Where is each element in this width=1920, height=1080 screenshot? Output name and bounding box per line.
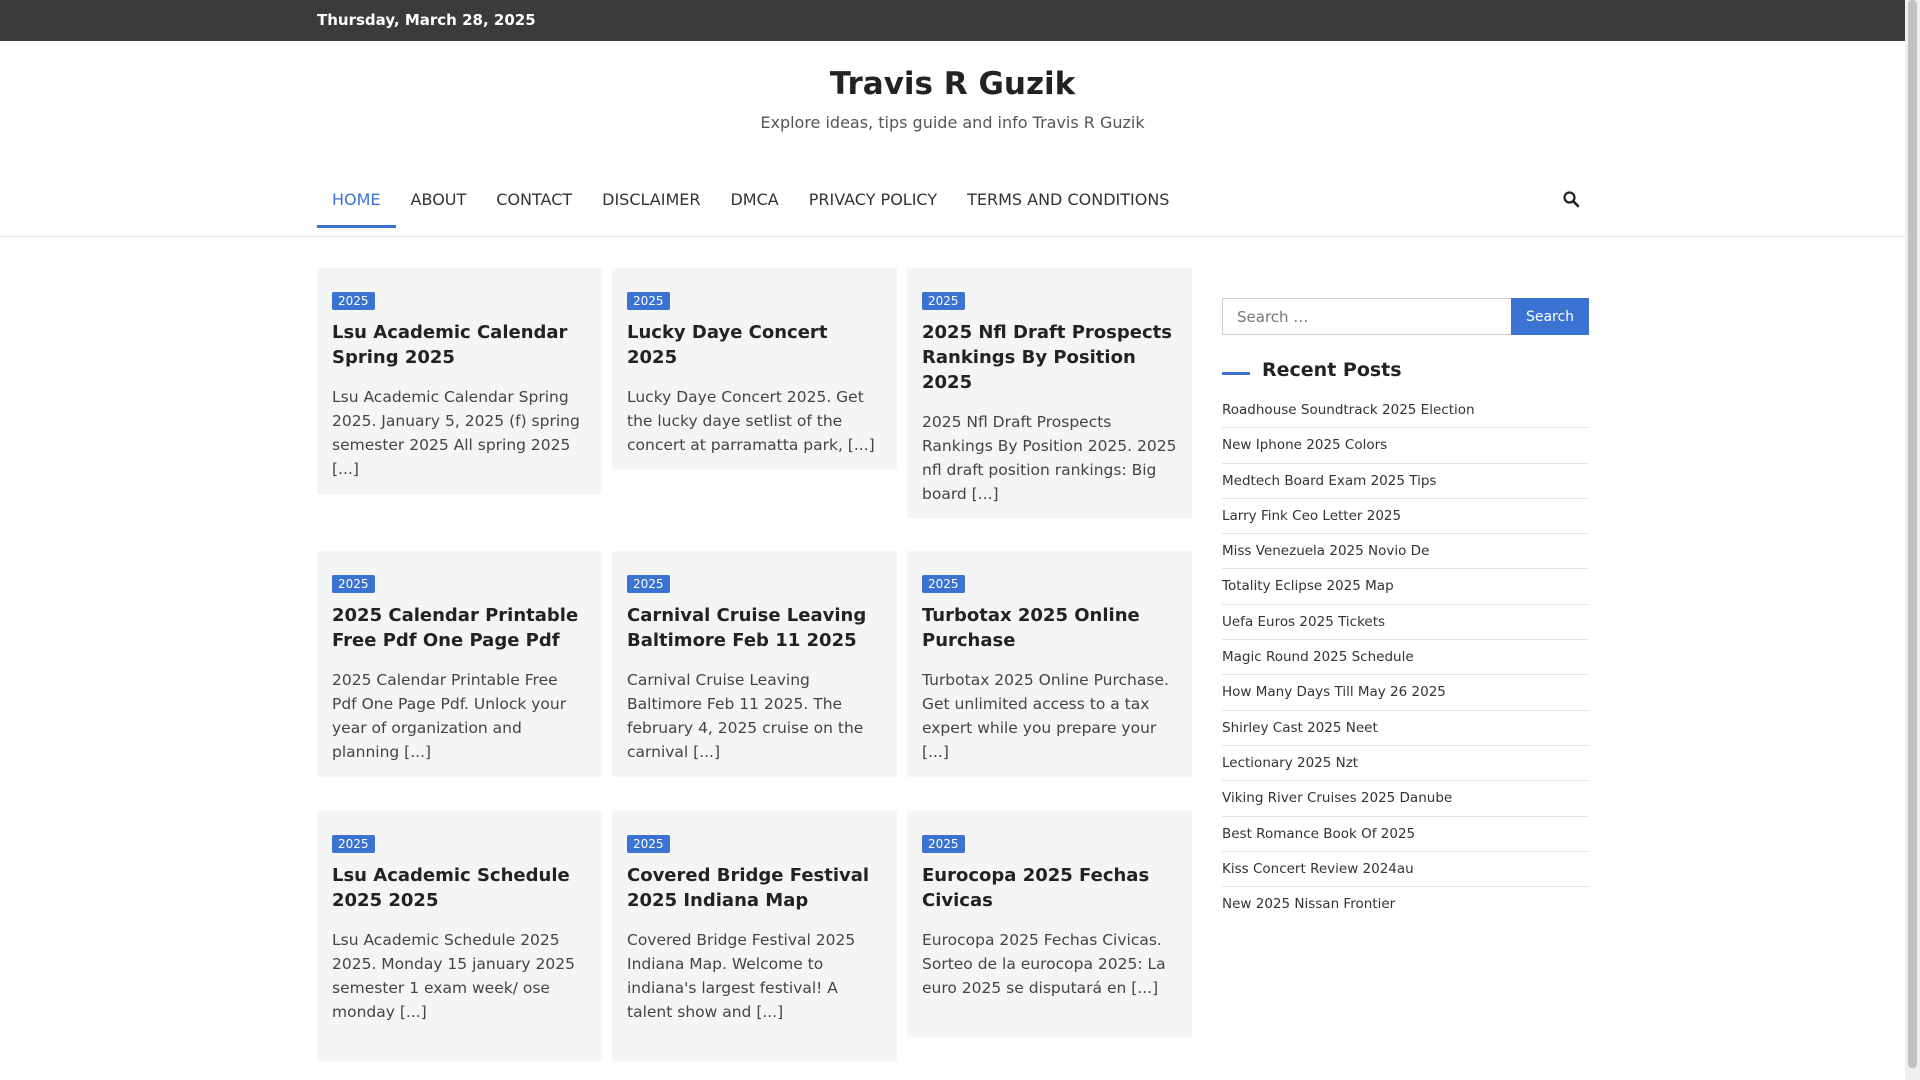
- current-date: Thursday, March 28, 2025: [317, 11, 536, 29]
- recent-post-link[interactable]: Medtech Board Exam 2025 Tips: [1222, 464, 1589, 499]
- sidebar-search: Search: [1222, 298, 1589, 335]
- post-excerpt: 2025 Nfl Draft Prospects Rankings By Pos…: [922, 413, 1177, 503]
- nav-item-privacy-policy[interactable]: PRIVACY POLICY: [794, 162, 952, 236]
- post-title[interactable]: Carnival Cruise Leaving Baltimore Feb 11…: [627, 603, 882, 653]
- search-input[interactable]: [1222, 298, 1511, 335]
- scrollbar-thumb[interactable]: [1908, 0, 1917, 1068]
- recent-post-link[interactable]: Larry Fink Ceo Letter 2025: [1222, 499, 1589, 535]
- post-title[interactable]: 2025 Calendar Printable Free Pdf One Pag…: [332, 603, 587, 653]
- recent-post-link[interactable]: Magic Round 2025 Schedule: [1222, 640, 1589, 676]
- post-title[interactable]: Lsu Academic Schedule 2025 2025: [332, 863, 587, 913]
- recent-post-link[interactable]: New 2025 Nissan Frontier: [1222, 887, 1589, 922]
- post-card: 2025 2025 Calendar Printable Free Pdf On…: [317, 551, 602, 777]
- recent-post-link[interactable]: Best Romance Book Of 2025: [1222, 817, 1589, 852]
- search-icon[interactable]: [1562, 190, 1580, 208]
- post-title[interactable]: Lsu Academic Calendar Spring 2025: [332, 320, 587, 370]
- main-navigation: HOME ABOUT CONTACT DISCLAIMER DMCA PRIVA…: [0, 162, 1905, 237]
- post-title[interactable]: Covered Bridge Festival 2025 Indiana Map: [627, 863, 882, 913]
- nav-item-about[interactable]: ABOUT: [396, 162, 482, 236]
- post-title[interactable]: Turbotax 2025 Online Purchase: [922, 603, 1177, 653]
- category-badge[interactable]: 2025: [627, 575, 670, 593]
- post-card: 2025 Eurocopa 2025 Fechas Civicas Euroco…: [907, 811, 1192, 1037]
- post-excerpt: Lsu Academic Schedule 2025 2025. Monday …: [332, 931, 575, 1021]
- recent-post-link[interactable]: Roadhouse Soundtrack 2025 Election: [1222, 393, 1589, 429]
- heading-accent: [1222, 372, 1250, 375]
- sidebar: Search Recent Posts Roadhouse Soundtrack…: [1222, 298, 1589, 922]
- nav-item-home[interactable]: HOME: [317, 162, 396, 236]
- post-excerpt: Carnival Cruise Leaving Baltimore Feb 11…: [627, 671, 864, 761]
- category-badge[interactable]: 2025: [922, 292, 965, 310]
- recent-post-link[interactable]: New Iphone 2025 Colors: [1222, 428, 1589, 464]
- search-button[interactable]: Search: [1511, 298, 1589, 335]
- post-title[interactable]: Lucky Daye Concert 2025: [627, 320, 882, 370]
- recent-post-link[interactable]: Viking River Cruises 2025 Danube: [1222, 781, 1589, 817]
- nav-item-contact[interactable]: CONTACT: [481, 162, 587, 236]
- recent-posts-title: Recent Posts: [1262, 359, 1412, 381]
- recent-post-link[interactable]: How Many Days Till May 26 2025: [1222, 675, 1589, 711]
- post-excerpt: Lsu Academic Calendar Spring 2025. Janua…: [332, 388, 580, 478]
- category-badge[interactable]: 2025: [627, 835, 670, 853]
- post-excerpt: Turbotax 2025 Online Purchase. Get unlim…: [922, 671, 1169, 761]
- recent-post-link[interactable]: Miss Venezuela 2025 Novio De: [1222, 534, 1589, 570]
- post-excerpt: 2025 Calendar Printable Free Pdf One Pag…: [332, 671, 567, 761]
- post-excerpt: Lucky Daye Concert 2025. Get the lucky d…: [627, 388, 875, 454]
- page-scrollbar[interactable]: [1905, 0, 1920, 1080]
- post-excerpt: Eurocopa 2025 Fechas Civicas. Sorteo de …: [922, 931, 1166, 997]
- post-excerpt: Covered Bridge Festival 2025 Indiana Map…: [627, 931, 856, 1021]
- post-card: 2025 Lsu Academic Calendar Spring 2025 L…: [317, 268, 602, 494]
- category-badge[interactable]: 2025: [627, 292, 670, 310]
- recent-posts-list: Roadhouse Soundtrack 2025 Election New I…: [1222, 393, 1589, 922]
- site-title[interactable]: Travis R Guzik: [0, 66, 1905, 102]
- site-description: Explore ideas, tips guide and info Travi…: [760, 113, 1145, 132]
- post-card: 2025 Carnival Cruise Leaving Baltimore F…: [612, 551, 897, 777]
- post-card: 2025 Lucky Daye Concert 2025 Lucky Daye …: [612, 268, 897, 469]
- nav-item-disclaimer[interactable]: DISCLAIMER: [587, 162, 715, 236]
- category-badge[interactable]: 2025: [332, 835, 375, 853]
- site-header: Travis R Guzik Explore ideas, tips guide…: [0, 41, 1905, 163]
- category-badge[interactable]: 2025: [922, 575, 965, 593]
- post-title[interactable]: 2025 Nfl Draft Prospects Rankings By Pos…: [922, 320, 1177, 395]
- post-card: 2025 Covered Bridge Festival 2025 Indian…: [612, 811, 897, 1061]
- category-badge[interactable]: 2025: [332, 575, 375, 593]
- post-card: 2025 Turbotax 2025 Online Purchase Turbo…: [907, 551, 1192, 777]
- nav-item-terms-and-conditions[interactable]: TERMS AND CONDITIONS: [952, 162, 1184, 236]
- nav-item-dmca[interactable]: DMCA: [715, 162, 793, 236]
- recent-post-link[interactable]: Kiss Concert Review 2024au: [1222, 852, 1589, 888]
- recent-post-link[interactable]: Shirley Cast 2025 Neet: [1222, 711, 1589, 746]
- recent-posts-heading: Recent Posts: [1222, 359, 1589, 387]
- recent-post-link[interactable]: Totality Eclipse 2025 Map: [1222, 569, 1589, 605]
- post-title[interactable]: Eurocopa 2025 Fechas Civicas: [922, 863, 1177, 913]
- top-bar: Thursday, March 28, 2025: [0, 0, 1905, 41]
- category-badge[interactable]: 2025: [332, 292, 375, 310]
- category-badge[interactable]: 2025: [922, 835, 965, 853]
- recent-post-link[interactable]: Uefa Euros 2025 Tickets: [1222, 605, 1589, 641]
- recent-post-link[interactable]: Lectionary 2025 Nzt: [1222, 746, 1589, 782]
- post-card: 2025 2025 Nfl Draft Prospects Rankings B…: [907, 268, 1192, 518]
- post-card: 2025 Lsu Academic Schedule 2025 2025 Lsu…: [317, 811, 602, 1061]
